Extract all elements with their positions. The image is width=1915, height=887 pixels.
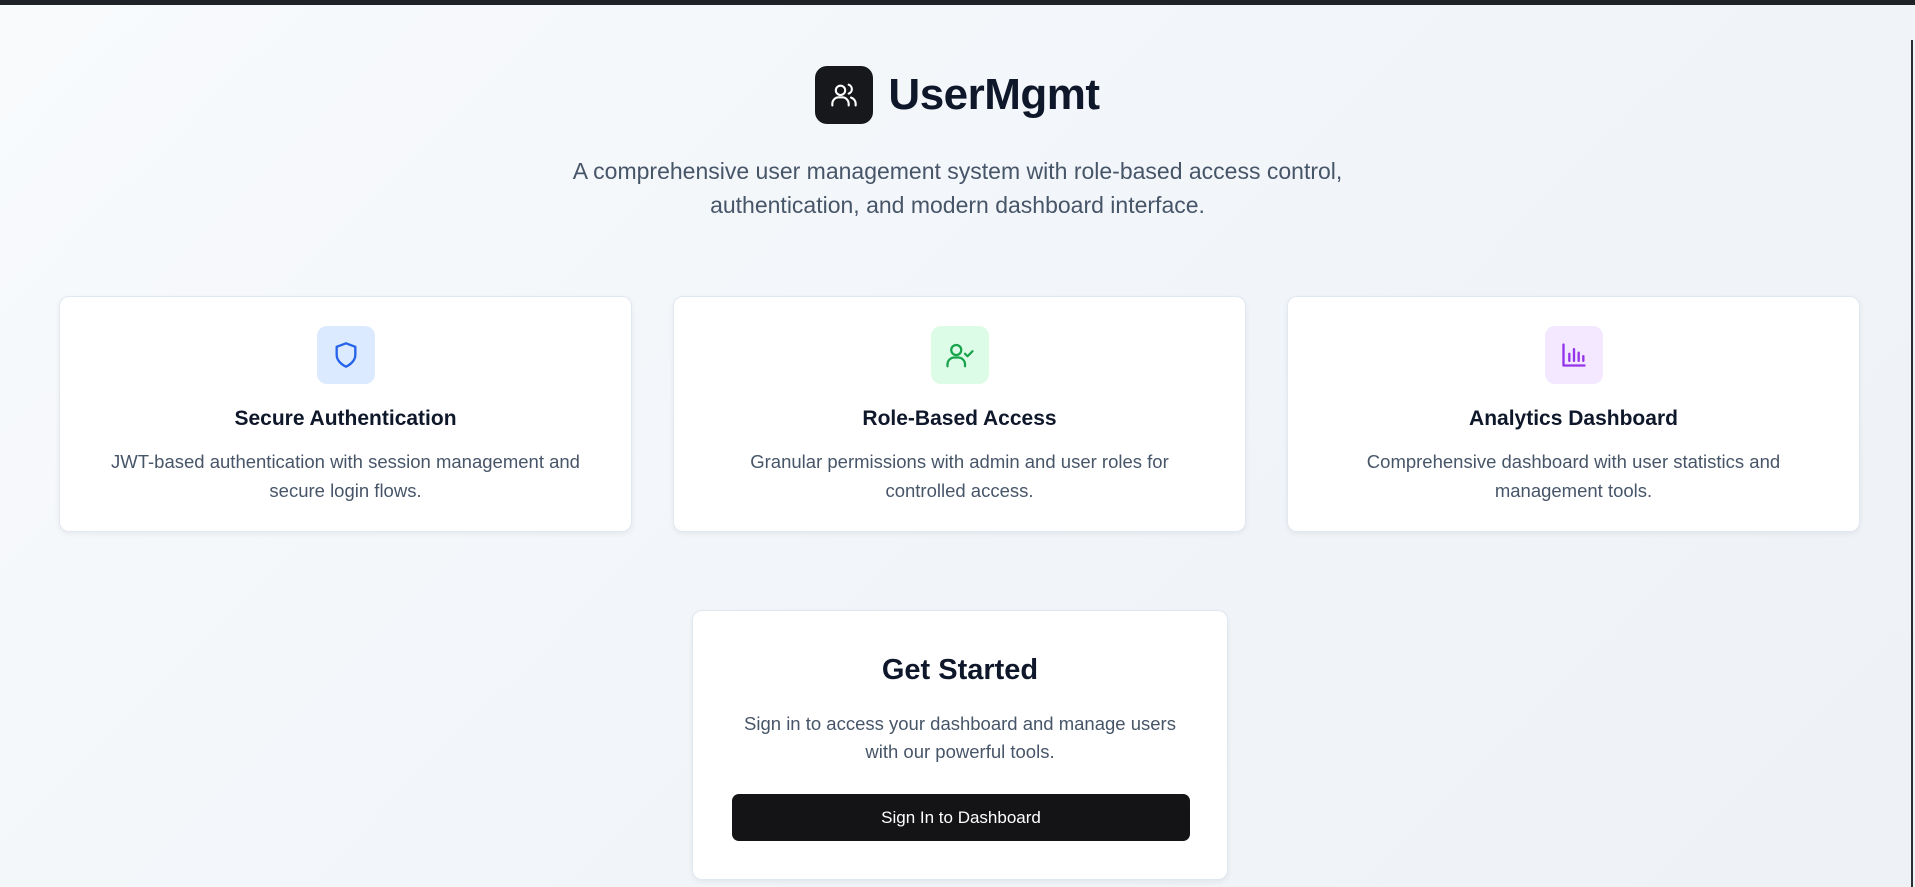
tagline: A comprehensive user management system w…: [572, 158, 1343, 218]
get-started-title: Get Started: [881, 654, 1039, 686]
get-started-card: Get Started Sign in to access your dashb…: [692, 610, 1228, 880]
bar-chart-icon: [1561, 343, 1586, 367]
feature-title: Role-Based Access: [862, 407, 1057, 430]
header: UserMgmt: [0, 66, 1915, 124]
feature-card-analytics-dashboard: Analytics Dashboard Comprehensive dashbo…: [1287, 296, 1860, 532]
sign-in-button[interactable]: Sign In to Dashboard: [732, 794, 1190, 841]
feature-title: Analytics Dashboard: [1469, 407, 1678, 430]
logo: [815, 66, 874, 124]
feature-icon-box: [930, 326, 989, 384]
feature-description: Comprehensive dashboard with user statis…: [1366, 451, 1781, 501]
window-top-border: [0, 0, 1915, 5]
shield-icon: [335, 342, 356, 368]
feature-title: Secure Authentication: [234, 407, 457, 430]
feature-description: Granular permissions with admin and user…: [750, 451, 1169, 501]
feature-icon-box: [1544, 326, 1603, 384]
brand: UserMgmt: [815, 66, 1100, 124]
get-started-description: Sign in to access your dashboard and man…: [744, 713, 1176, 762]
feature-icon-box: [316, 326, 375, 384]
app-title: UserMgmt: [888, 70, 1100, 119]
user-check-icon: [945, 343, 974, 368]
feature-card-role-based-access: Role-Based Access Granular permissions w…: [673, 296, 1246, 532]
feature-card-secure-authentication: Secure Authentication JWT-based authenti…: [59, 296, 632, 532]
feature-description: JWT-based authentication with session ma…: [111, 451, 580, 501]
users-icon: [831, 83, 858, 107]
scrollbar[interactable]: [1911, 40, 1913, 887]
